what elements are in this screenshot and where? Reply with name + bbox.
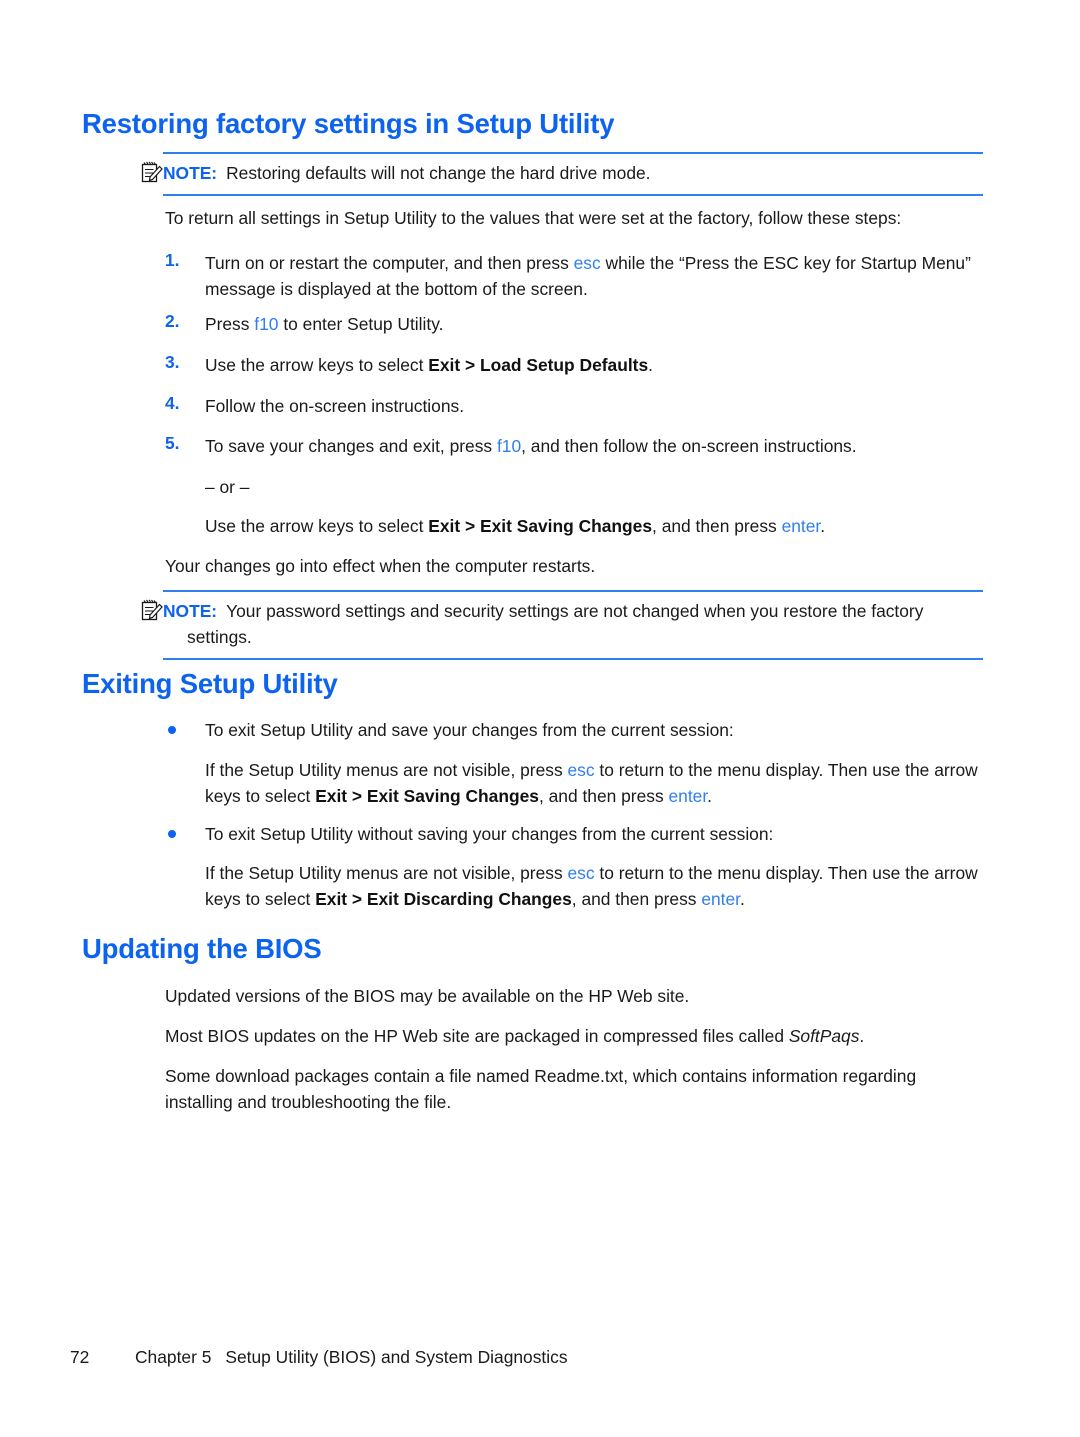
step-text: Follow the on-screen instructions.: [205, 396, 465, 416]
bullet-icon: [168, 726, 176, 734]
menu-path: Exit > Load Setup Defaults: [428, 355, 649, 375]
step-text: Use the arrow keys to select Exit > Load…: [205, 355, 653, 375]
step-text: To save your changes and exit, press f10…: [205, 436, 857, 456]
menu-path: Exit > Exit Saving Changes: [428, 516, 653, 536]
footer-chapter: Chapter 5: [135, 1347, 212, 1367]
note-label: NOTE:: [163, 163, 218, 183]
or-divider: – or –: [205, 477, 250, 497]
intro-paragraph: To return all settings in Setup Utility …: [165, 208, 902, 228]
alternative-instruction: Use the arrow keys to select Exit > Exit…: [205, 516, 826, 536]
key-name: esc: [573, 253, 601, 273]
step-number: 3.: [165, 352, 180, 372]
page-number: 72: [70, 1347, 90, 1367]
bullet-detail-text: If the Setup Utility menus are not visib…: [205, 760, 978, 806]
note-content: Restoring defaults will not change the h…: [226, 163, 651, 183]
step-number: 2.: [165, 311, 180, 331]
bullet-icon: [168, 830, 176, 838]
key-name: f10: [496, 436, 522, 456]
bios-paragraph: Some download packages contain a file na…: [165, 1066, 917, 1112]
key-name: esc: [567, 863, 595, 883]
page-footer: 72 Chapter 5 Setup Utility (BIOS) and Syst…: [70, 1347, 990, 1368]
italic-term: SoftPaqs: [788, 1026, 860, 1046]
key-name: esc: [567, 760, 595, 780]
bullet-lead-text: To exit Setup Utility and save your chan…: [205, 720, 734, 740]
step-text: Turn on or restart the computer, and the…: [205, 253, 971, 299]
key-name: enter: [701, 889, 741, 909]
step-number: 1.: [165, 250, 180, 270]
bullet-lead-text: To exit Setup Utility without saving you…: [205, 824, 774, 844]
note-label: NOTE:: [163, 601, 218, 621]
note-text: NOTE: Your password settings and security…: [163, 598, 983, 650]
bios-paragraph: Updated versions of the BIOS may be avai…: [165, 986, 690, 1006]
menu-path: Exit > Exit Saving Changes: [315, 786, 539, 806]
effect-note-paragraph: Your changes go into effect when the com…: [165, 556, 596, 576]
key-name: enter: [781, 516, 821, 536]
step-number: 4.: [165, 393, 180, 413]
heading-updating-the-bios: Updating the BIOS: [82, 933, 322, 964]
bullet-detail-text: If the Setup Utility menus are not visib…: [205, 863, 978, 909]
step-text: Press f10 to enter Setup Utility.: [205, 314, 444, 334]
step-number: 5.: [165, 433, 180, 453]
key-name: f10: [254, 314, 279, 334]
heading-restoring-factory-settings: Restoring factory settings in Setup Util…: [82, 108, 615, 139]
note-pencil-icon: [141, 599, 163, 621]
note-block-hard-drive-mode: NOTE: Restoring defaults will not change …: [141, 152, 983, 196]
note-text: NOTE: Restoring defaults will not change …: [163, 160, 983, 186]
document-page: Restoring factory settings in Setup Util…: [0, 0, 1080, 1437]
heading-exiting-setup-utility: Exiting Setup Utility: [82, 668, 338, 699]
note-block-password-settings: NOTE: Your password settings and security…: [141, 590, 983, 660]
footer-title: Setup Utility (BIOS) and System Diagnost…: [225, 1347, 568, 1367]
note-pencil-icon: [141, 161, 163, 183]
key-name: enter: [668, 786, 708, 806]
note-content: Your password settings and security sett…: [187, 601, 924, 647]
bios-paragraph: Most BIOS updates on the HP Web site are…: [165, 1026, 865, 1046]
menu-path: Exit > Exit Discarding Changes: [315, 889, 572, 909]
